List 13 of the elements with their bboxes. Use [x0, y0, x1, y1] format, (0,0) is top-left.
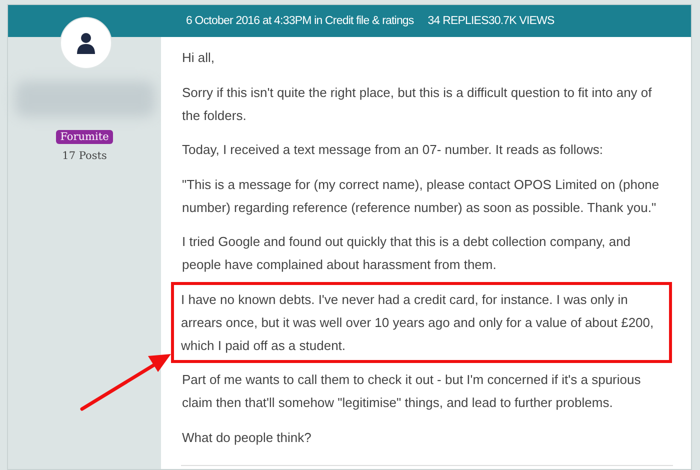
post-paragraph: I tried Google and found out quickly that this is a debt collection company, and people have complained about harassment from them. — [181, 233, 632, 274]
post-paragraph: "This is a message for (my correct name), please contact OPOS Limited on (phone number) regarding reference (reference number) as soon as possible. Thank you." — [181, 176, 660, 217]
post-paragraph: Today, I received a text message from an 07- number. It reads as follows: — [181, 141, 604, 159]
post-stats: 34 REPLIES30.7K VIEWS — [428, 15, 554, 27]
post-paragraph: Hi all, — [181, 49, 216, 67]
rank-badge: Forumite — [56, 130, 113, 144]
user-icon — [76, 32, 96, 54]
post-meta: 6 October 2016 at 4:33PM in Credit file & ratings — [186, 15, 414, 27]
post-paragraph: What do people think? — [181, 428, 312, 447]
highlighted-paragraph: I have no known debts. I've never had a credit card, for instance. I was only in arrears once, but it was well over 10 years ago and only for a value of about £200, which I paid off as a student. — [171, 282, 672, 362]
post-paragraph: Part of me wants to call them to check it out - but I'm concerned if it's a spurious claim then that'll somehow "legitimise" things, and lead to further problems. — [181, 371, 642, 412]
post-paragraph: Sorry if this isn't quite the right place, but this is a difficult question to fit into any of the folders. — [181, 84, 653, 124]
post-count: 17 Posts — [62, 150, 107, 162]
